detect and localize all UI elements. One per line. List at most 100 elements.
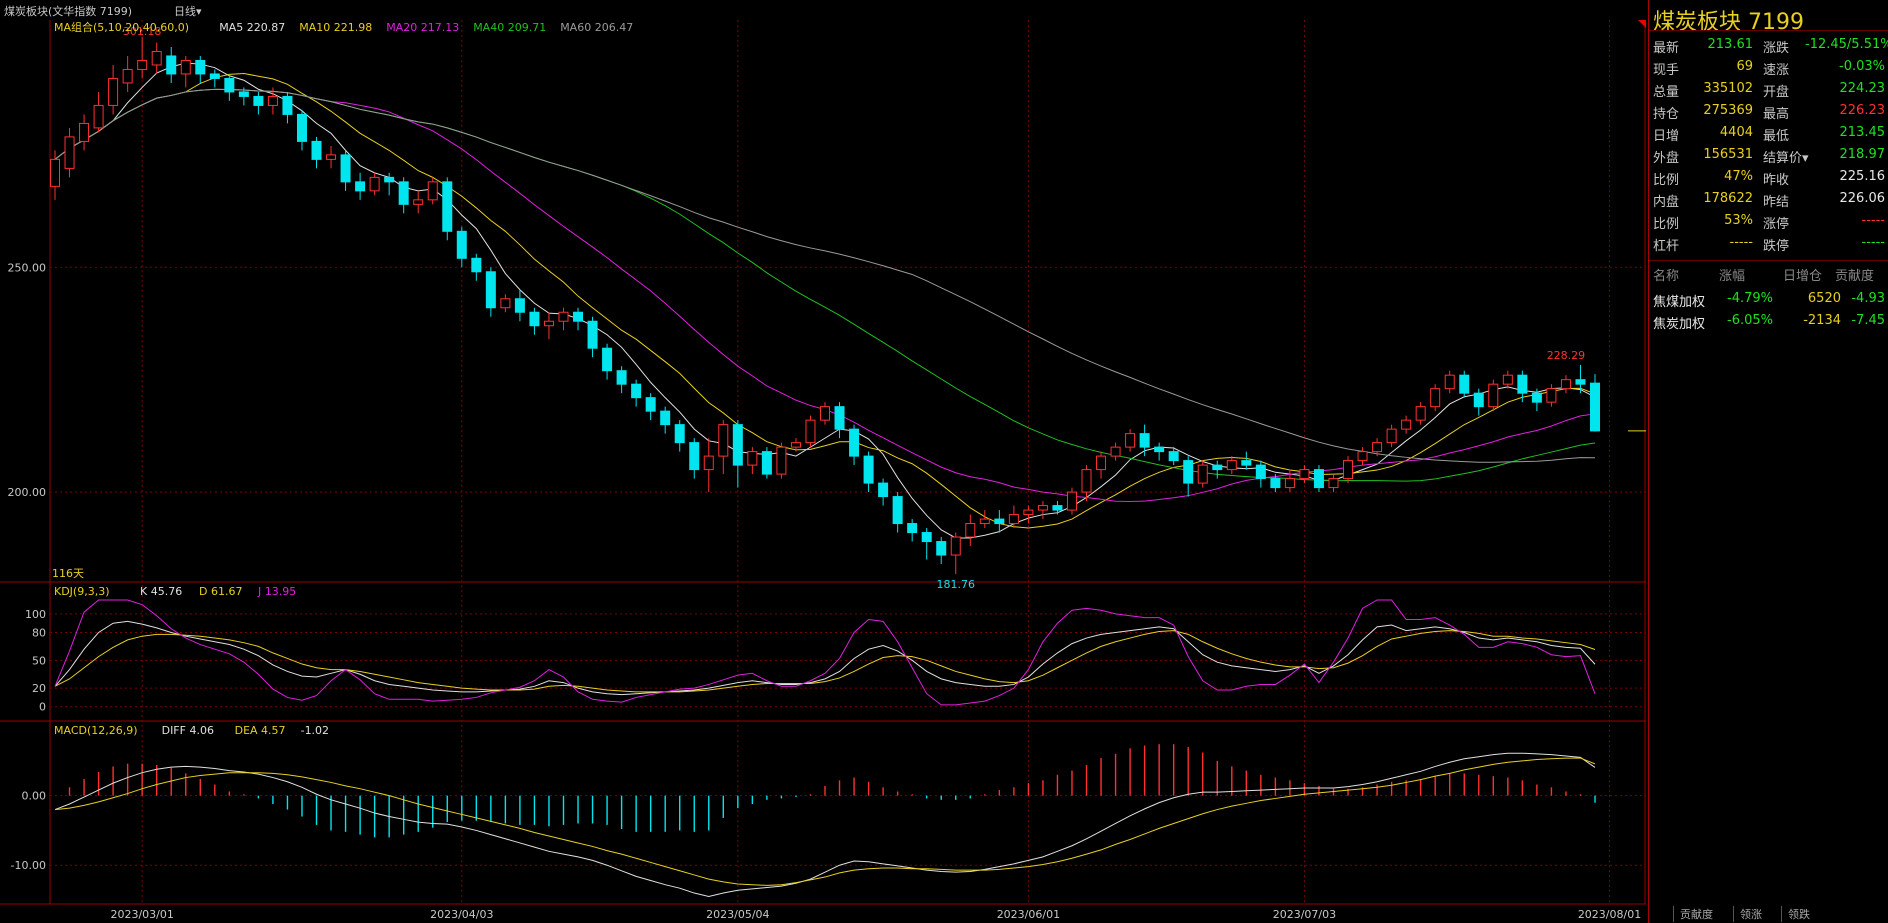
candle-body (573, 311, 584, 322)
quote-label: 现手 (1653, 63, 1680, 78)
candle-body (1430, 388, 1441, 408)
legend-item: MA20 217.13 (386, 21, 459, 34)
candle-body (369, 176, 380, 192)
candle-body (1096, 455, 1107, 471)
instrument-title[interactable]: 煤炭板块(文华指数 7199) (4, 3, 132, 19)
table-cell-oi: -2134 (1803, 313, 1841, 328)
legend-name: MACD(12,26,9) (54, 724, 138, 737)
candle-body (224, 77, 235, 93)
candle-body (819, 406, 831, 421)
candle-body (616, 370, 627, 385)
quote-row: 现手 69 速涨 -0.03% (1649, 56, 1888, 78)
quote-value: ----- (1861, 235, 1885, 250)
quote-value: 156531 (1703, 147, 1753, 162)
candle-body (790, 442, 801, 448)
quote-label: 结算价▾ (1763, 151, 1809, 166)
candle-body (238, 91, 249, 97)
quote-row: 比例 47% 昨收 225.16 (1649, 166, 1888, 188)
quote-label: 涨跌 (1763, 41, 1790, 56)
candle-body (1183, 460, 1194, 484)
quote-value: -12.45/5.51% (1805, 37, 1888, 52)
candle-body (602, 347, 613, 372)
quote-row: 最新 213.61 涨跌 -12.45/5.51% (1649, 34, 1888, 56)
quote-row: 总量 335102 开盘 224.23 (1649, 78, 1888, 100)
kline-chart[interactable]: 250.00200.002023/03/01 2023/04/03 2023/05/… (0, 0, 1646, 923)
candle-body (1299, 469, 1310, 480)
quote-value: 218.97 (1839, 147, 1886, 162)
y-tick-label: 0 (39, 701, 46, 714)
y-tick-label: 250.00 (8, 261, 47, 274)
quote-value: 53% (1724, 213, 1753, 228)
table-cell-change: -4.79% (1727, 291, 1773, 306)
quote-label: 外盘 (1653, 151, 1680, 166)
x-tick-label: 2023/07/03 (1273, 908, 1336, 921)
legend-item: MA40 209.71 (473, 21, 546, 34)
candle-body (442, 181, 453, 232)
table-header-cell: 名称 (1653, 269, 1680, 284)
low-annotation: 181.76 (937, 578, 976, 591)
candle-body (1589, 382, 1601, 432)
candle-body (1313, 469, 1324, 489)
y-tick-label: -10.00 (11, 859, 46, 872)
panel-title: 煤炭板块 7199 (1653, 10, 1804, 35)
candle-body (151, 50, 162, 66)
candle-body (834, 406, 845, 430)
table-cell-oi: 6520 (1807, 291, 1841, 306)
candle-body (49, 158, 61, 187)
quote-label: 比例 (1653, 173, 1680, 188)
tab-leading-down[interactable]: 领跌 (1781, 906, 1810, 922)
candle-body (1226, 460, 1237, 471)
quote-label: 最高 (1763, 107, 1790, 122)
table-cell-name: 焦炭加权 (1653, 317, 1706, 332)
candle-body (1255, 464, 1266, 480)
table-header-cell: 涨幅 (1719, 269, 1746, 284)
candle-body (1546, 388, 1557, 403)
x-tick-label: 2023/05/04 (706, 908, 769, 921)
quote-label: 最新 (1653, 41, 1680, 56)
divider (1649, 260, 1888, 261)
kdj-j-line (54, 599, 1596, 706)
macd-dea-line (54, 757, 1596, 886)
candle-body (485, 271, 496, 309)
candle-body (500, 298, 511, 309)
candle-body (747, 451, 758, 466)
table-cell-change: -6.05% (1727, 313, 1773, 328)
legend-item: MA10 221.98 (299, 21, 372, 34)
table-row[interactable]: 焦煤加权 -4.79% 6520 -4.93 (1649, 288, 1888, 310)
chart-title-bar: 煤炭板块(文华指数 7199) 日线▾ (0, 0, 1646, 20)
candle-body (1517, 374, 1528, 394)
legend-item: K 45.76 (140, 585, 182, 598)
quote-value: 225.16 (1839, 169, 1886, 184)
tab-contribution[interactable]: 贡献度 (1673, 906, 1713, 922)
candle-body (108, 77, 119, 106)
chevron-down-icon: ▾ (196, 5, 202, 18)
candle-body (660, 410, 671, 426)
candle-body (1575, 379, 1586, 385)
quote-label: 持仓 (1653, 107, 1680, 122)
period-selector[interactable]: 日线▾ (174, 3, 202, 19)
candle-body (326, 154, 337, 160)
candle-body (1401, 419, 1412, 430)
candle-body (1139, 433, 1150, 448)
legend-name: KDJ(9,3,3) (54, 585, 110, 598)
candle-body (355, 181, 366, 192)
quote-label: 开盘 (1763, 85, 1790, 100)
quote-panel: 煤炭板块 7199 最新 213.61 涨跌 -12.45/5.51% 现手 69 速涨 -0… (1648, 0, 1888, 923)
candle-body (732, 424, 743, 466)
candle-body (805, 419, 816, 444)
candle-body (64, 136, 75, 169)
candle-body (645, 397, 656, 412)
candle-body (514, 298, 525, 313)
quote-label: 昨结 (1763, 195, 1790, 210)
candle-body (558, 311, 569, 322)
ma5-line (54, 62, 1596, 539)
candle-body (267, 95, 278, 106)
candle-body (1415, 406, 1426, 421)
table-row[interactable]: 焦炭加权 -6.05% -2134 -7.45 (1649, 310, 1888, 332)
tab-leading-up[interactable]: 领涨 (1733, 906, 1762, 922)
table-cell-contrib: -4.93 (1851, 291, 1885, 306)
quote-row: 持仓 275369 最高 226.23 (1649, 100, 1888, 122)
quote-value: 335102 (1703, 81, 1753, 96)
quote-label: 内盘 (1653, 195, 1680, 210)
y-tick-label: 200.00 (8, 486, 47, 499)
